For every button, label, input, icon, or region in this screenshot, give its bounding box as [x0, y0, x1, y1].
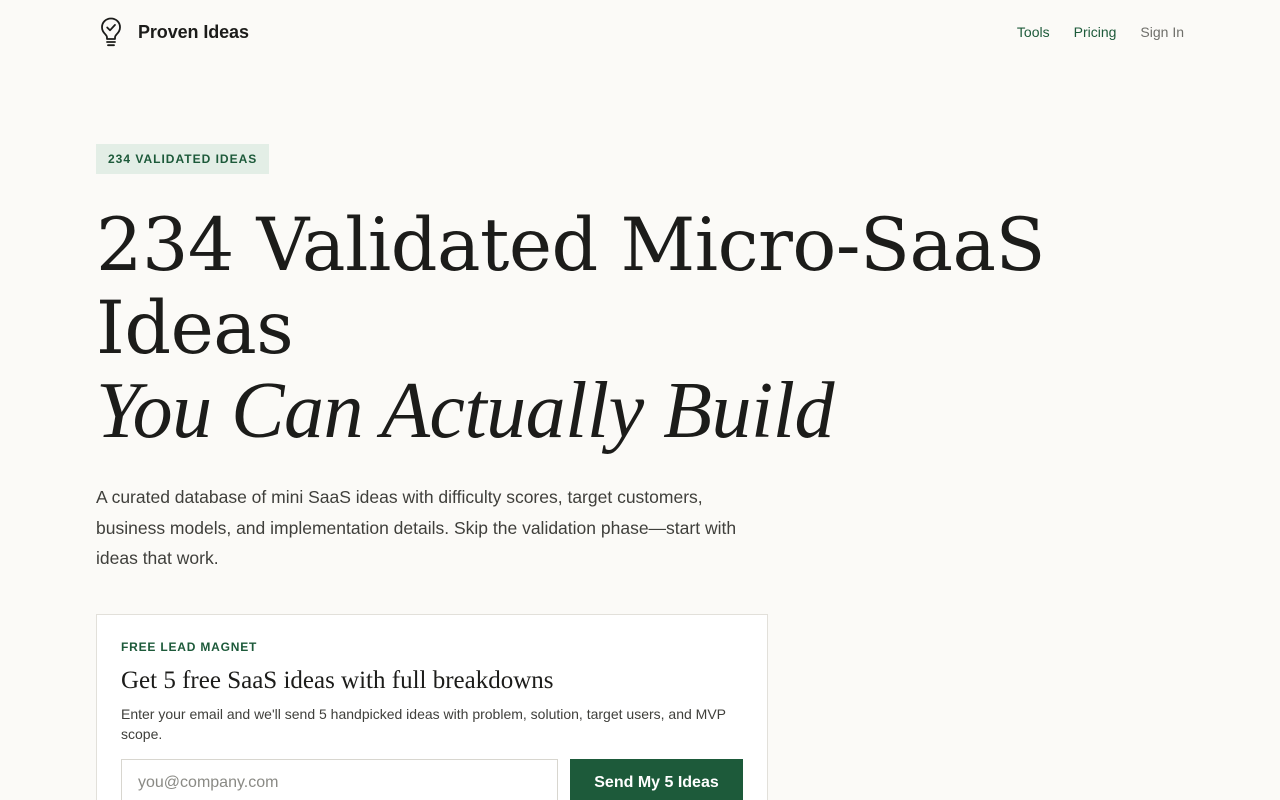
lead-magnet-title: Get 5 free SaaS ideas with full breakdow… — [121, 667, 554, 694]
site-header: Proven Ideas Tools Pricing Sign In — [96, 0, 1184, 64]
main-nav: Tools Pricing Sign In — [1017, 24, 1184, 40]
nav-link-sign-in[interactable]: Sign In — [1140, 24, 1184, 40]
nav-link-tools[interactable]: Tools — [1017, 24, 1050, 40]
lead-magnet-description: Enter your email and we'll send 5 handpi… — [121, 706, 726, 742]
send-ideas-button[interactable]: Send My 5 Ideas — [570, 759, 743, 800]
brand-name: Proven Ideas — [138, 21, 249, 42]
lightbulb-check-icon — [96, 16, 126, 48]
ideas-count-badge: 234 VALIDATED IDEAS — [96, 144, 270, 174]
lead-magnet-eyebrow: FREE LEAD MAGNET — [121, 640, 258, 654]
hero-title-line-2: Ideas — [96, 286, 294, 371]
hero-title: 234 Validated Micro-SaaS Ideas You Can A… — [96, 204, 1096, 453]
nav-link-pricing[interactable]: Pricing — [1074, 24, 1117, 40]
lead-magnet-card: FREE LEAD MAGNET Get 5 free SaaS ideas w… — [96, 614, 768, 800]
email-input[interactable] — [121, 759, 558, 800]
hero-title-line-3: You Can Actually Build — [96, 367, 834, 455]
hero-description: A curated database of mini SaaS ideas wi… — [96, 487, 737, 568]
hero-title-line-1: 234 Validated Micro-SaaS — [96, 203, 1046, 288]
landing-page: Proven Ideas Tools Pricing Sign In 234 V… — [0, 0, 1280, 800]
brand-link[interactable]: Proven Ideas — [96, 16, 249, 48]
email-signup-form: Send My 5 Ideas — [121, 759, 743, 800]
